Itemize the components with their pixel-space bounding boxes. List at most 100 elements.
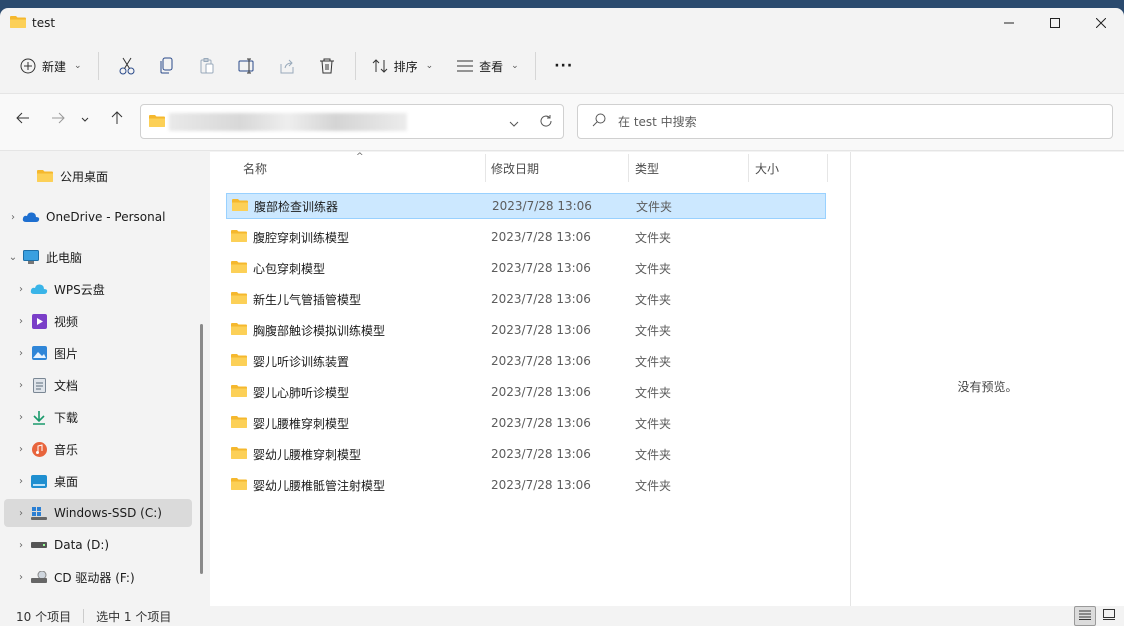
table-row[interactable]: 婴儿腰椎穿刺模型 2023/7/28 13:06 文件夹 bbox=[226, 410, 826, 436]
search-box[interactable]: 在 test 中搜索 bbox=[577, 104, 1113, 139]
file-name: 婴儿听诊训练装置 bbox=[253, 354, 350, 369]
search-icon bbox=[592, 113, 606, 130]
blurred-path bbox=[169, 113, 407, 131]
more-button[interactable]: ··· bbox=[544, 50, 584, 82]
table-row[interactable]: 新生儿气管插管模型 2023/7/28 13:06 文件夹 bbox=[226, 286, 826, 312]
refresh-button[interactable] bbox=[539, 114, 553, 131]
table-row[interactable]: 婴幼儿腰椎穿刺模型 2023/7/28 13:06 文件夹 bbox=[226, 441, 826, 467]
tiles-view-button[interactable] bbox=[1098, 606, 1120, 626]
file-date: 2023/7/28 13:06 bbox=[491, 416, 591, 430]
chevron-right-icon: › bbox=[19, 411, 23, 423]
video-icon bbox=[30, 313, 48, 329]
column-divider[interactable] bbox=[827, 154, 828, 182]
sidebar-item-music[interactable]: › 音乐 bbox=[12, 435, 200, 463]
chevron-down-icon: ⌄ bbox=[511, 61, 519, 71]
cut-button[interactable] bbox=[107, 50, 147, 82]
wps-cloud-icon bbox=[30, 281, 48, 297]
folder-icon bbox=[149, 114, 165, 131]
copy-icon bbox=[159, 57, 175, 75]
folder-icon bbox=[231, 260, 247, 277]
chevron-down-icon: ⌄ bbox=[8, 251, 18, 263]
sidebar-item-documents[interactable]: › 文档 bbox=[12, 371, 200, 399]
sidebar-item-label: 下载 bbox=[54, 410, 79, 425]
sidebar-scrollbar[interactable] bbox=[200, 324, 203, 574]
column-header-size[interactable]: 大小 bbox=[755, 152, 779, 184]
view-label: 查看 bbox=[479, 59, 504, 74]
address-bar[interactable] bbox=[140, 104, 564, 139]
sort-label: 排序 bbox=[393, 59, 418, 74]
file-type: 文件夹 bbox=[635, 354, 672, 369]
window-title: test bbox=[32, 16, 56, 30]
address-history-button[interactable] bbox=[509, 116, 519, 130]
maximize-button[interactable] bbox=[1032, 8, 1078, 38]
paste-button[interactable] bbox=[187, 50, 227, 82]
desktop-icon bbox=[30, 473, 48, 489]
folder-icon bbox=[10, 15, 26, 32]
navigation-pane: 公用桌面 › OneDrive - Personal ⌄ 此电脑 › WPS云盘… bbox=[0, 152, 208, 606]
column-header-type[interactable]: 类型 bbox=[635, 152, 659, 184]
sidebar-item-wps-cloud[interactable]: › WPS云盘 bbox=[12, 275, 200, 303]
column-header-label: 名称 bbox=[243, 161, 268, 176]
details-view-icon bbox=[1079, 609, 1091, 623]
arrow-left-icon bbox=[16, 112, 30, 127]
table-row[interactable]: 腹腔穿刺训练模型 2023/7/28 13:06 文件夹 bbox=[226, 224, 826, 250]
copy-button[interactable] bbox=[147, 50, 187, 82]
sidebar-item-cd-drive[interactable]: › CD 驱动器 (F:) bbox=[12, 563, 200, 591]
table-row[interactable]: 心包穿刺模型 2023/7/28 13:06 文件夹 bbox=[226, 255, 826, 281]
folder-icon bbox=[231, 446, 247, 463]
minimize-button[interactable] bbox=[986, 8, 1032, 38]
selected-count: 选中 1 个项目 bbox=[96, 609, 172, 624]
new-button[interactable]: 新建 ⌄ bbox=[12, 50, 90, 82]
sidebar-item-this-pc[interactable]: ⌄ 此电脑 bbox=[4, 243, 192, 271]
table-row[interactable]: 婴幼儿腰椎骶管注射模型 2023/7/28 13:06 文件夹 bbox=[226, 472, 826, 498]
forward-button[interactable] bbox=[45, 106, 71, 132]
sidebar-item-public-desktop[interactable]: 公用桌面 bbox=[4, 162, 192, 190]
column-header-name[interactable]: 名称 bbox=[243, 152, 267, 184]
cd-drive-icon bbox=[30, 569, 48, 585]
windows-drive-icon bbox=[30, 505, 48, 521]
chevron-right-icon: › bbox=[19, 443, 23, 455]
sidebar-item-windows-ssd[interactable]: › Windows-SSD (C:) bbox=[4, 499, 192, 527]
explorer-window: test 新建 ⌄ 排序 ⌄ 查看 ⌄ ··· 在 test 中搜索 公用桌面 … bbox=[0, 8, 1124, 626]
rename-icon bbox=[238, 57, 256, 75]
sort-button[interactable]: 排序 ⌄ bbox=[364, 50, 442, 82]
rename-button[interactable] bbox=[227, 50, 267, 82]
file-type: 文件夹 bbox=[635, 416, 672, 431]
file-type: 文件夹 bbox=[635, 478, 672, 493]
table-row[interactable]: 腹部检查训练器 2023/7/28 13:06 文件夹 bbox=[226, 193, 826, 219]
view-button[interactable]: 查看 ⌄ bbox=[449, 50, 527, 82]
recent-locations-button[interactable] bbox=[75, 106, 95, 132]
address-row: 在 test 中搜索 bbox=[0, 93, 1124, 151]
table-row[interactable]: 婴儿心肺听诊模型 2023/7/28 13:06 文件夹 bbox=[226, 379, 826, 405]
file-type: 文件夹 bbox=[635, 261, 672, 276]
table-row[interactable]: 婴儿听诊训练装置 2023/7/28 13:06 文件夹 bbox=[226, 348, 826, 374]
sidebar-item-pictures[interactable]: › 图片 bbox=[12, 339, 200, 367]
chevron-right-icon: › bbox=[11, 211, 15, 223]
column-divider[interactable] bbox=[748, 154, 749, 182]
table-row[interactable]: 胸腹部触诊模拟训练模型 2023/7/28 13:06 文件夹 bbox=[226, 317, 826, 343]
more-icon: ··· bbox=[554, 58, 574, 74]
back-button[interactable] bbox=[10, 106, 36, 132]
details-view-button[interactable] bbox=[1074, 606, 1096, 626]
item-count: 10 个项目 bbox=[16, 609, 72, 624]
paste-icon bbox=[199, 57, 215, 75]
sidebar-item-downloads[interactable]: › 下载 bbox=[12, 403, 200, 431]
close-button[interactable] bbox=[1078, 8, 1124, 38]
up-button[interactable] bbox=[104, 106, 130, 132]
file-name: 婴幼儿腰椎穿刺模型 bbox=[253, 447, 362, 462]
sidebar-item-data-drive[interactable]: › Data (D:) bbox=[12, 531, 200, 559]
file-list: ^ 名称 修改日期 类型 大小 腹部检查训练器 2023/7/28 13:06 … bbox=[210, 152, 850, 606]
file-date: 2023/7/28 13:06 bbox=[491, 478, 591, 492]
share-button[interactable] bbox=[267, 50, 307, 82]
column-header-date[interactable]: 修改日期 bbox=[491, 152, 539, 184]
delete-button[interactable] bbox=[307, 50, 347, 82]
file-type: 文件夹 bbox=[635, 447, 672, 462]
file-date: 2023/7/28 13:06 bbox=[491, 354, 591, 368]
sidebar-item-videos[interactable]: › 视频 bbox=[12, 307, 200, 335]
chevron-right-icon: › bbox=[19, 283, 23, 295]
sidebar-item-onedrive[interactable]: › OneDrive - Personal bbox=[4, 203, 192, 231]
column-divider[interactable] bbox=[628, 154, 629, 182]
column-divider[interactable] bbox=[485, 154, 486, 182]
folder-icon bbox=[232, 198, 248, 215]
sidebar-item-desktop[interactable]: › 桌面 bbox=[12, 467, 200, 495]
